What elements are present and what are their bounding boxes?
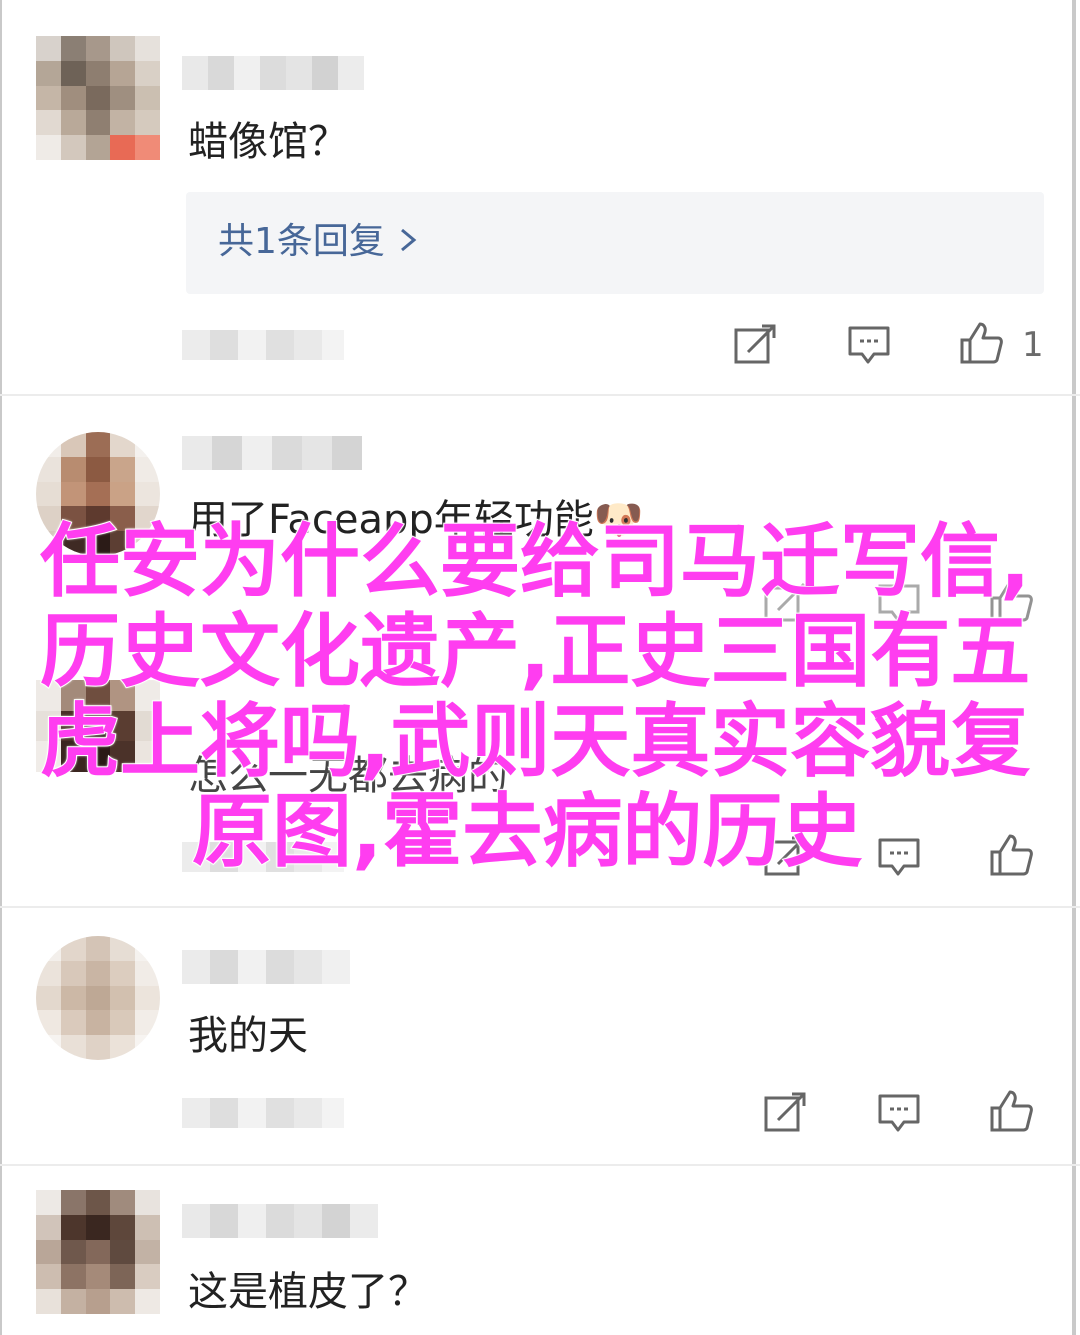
overlay-line-4: 原图,霍去病的历史 xyxy=(191,785,863,879)
comment-text: 这是植皮了？ xyxy=(188,1269,428,1315)
divider xyxy=(0,1164,1080,1166)
thumbs-up-icon[interactable] xyxy=(988,832,1034,878)
share-edit-icon[interactable] xyxy=(732,322,778,368)
username-blurred[interactable] xyxy=(182,56,364,90)
comment-text: 我的天 xyxy=(188,1013,308,1059)
chevron-right-icon xyxy=(401,228,417,252)
avatar[interactable] xyxy=(36,936,160,1060)
username-blurred[interactable] xyxy=(182,436,362,470)
replies-label: 共1条回复 xyxy=(218,221,385,262)
timestamp-blurred xyxy=(182,1098,344,1128)
overlay-line-3: 虎上将吗,武则天真实容貌复 xyxy=(39,695,1031,789)
username-blurred[interactable] xyxy=(182,1204,378,1238)
replies-button[interactable]: 共1条回复 xyxy=(186,192,1044,294)
avatar[interactable] xyxy=(36,1190,160,1314)
overlay-line-1: 任安为什么要给司马迁写信, xyxy=(39,515,1031,609)
thumbs-up-icon[interactable] xyxy=(958,320,1004,366)
comment-text: 蜡像馆？ xyxy=(188,119,348,165)
share-edit-icon[interactable] xyxy=(762,1090,808,1136)
username-blurred[interactable] xyxy=(182,950,350,984)
comment-bubble-icon[interactable] xyxy=(846,322,892,368)
thumbs-up-icon[interactable] xyxy=(988,1088,1034,1134)
comment-bubble-icon[interactable] xyxy=(876,834,922,880)
divider xyxy=(0,394,1080,396)
comment-bubble-icon[interactable] xyxy=(876,1090,922,1136)
overlay-line-2: 历史文化遗产,正史三国有五 xyxy=(39,605,1031,699)
avatar[interactable] xyxy=(36,36,160,160)
like-count: 1 xyxy=(1022,325,1044,365)
divider xyxy=(0,906,1080,908)
timestamp-blurred xyxy=(182,330,344,360)
